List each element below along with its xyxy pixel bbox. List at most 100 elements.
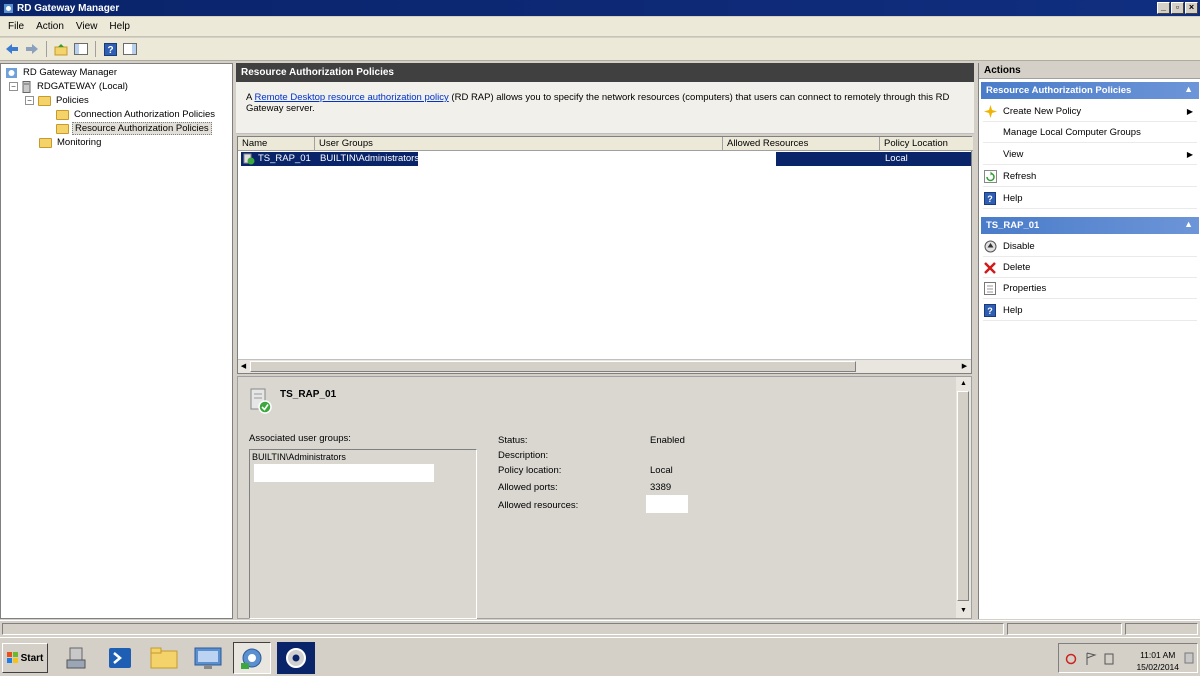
column-user-groups[interactable]: User Groups [315, 137, 723, 151]
status-segment [1125, 623, 1198, 635]
svg-text:?: ? [987, 306, 993, 316]
details-title: TS_RAP_01 [280, 389, 337, 400]
action-label: Disable [1003, 241, 1035, 252]
tree-node-monitoring[interactable]: Monitoring [39, 136, 103, 149]
scroll-thumb[interactable] [957, 391, 969, 601]
scroll-right-icon[interactable]: ▶ [959, 361, 970, 372]
taskbar-network-policy[interactable] [277, 642, 315, 674]
action-help-policy[interactable]: ? Help [983, 301, 1197, 321]
action-view[interactable]: View ▶ [983, 145, 1197, 165]
server-icon [22, 80, 31, 93]
tree-node-resource-authorization-policies[interactable]: Resource Authorization Policies [56, 122, 212, 135]
section-header-policy[interactable]: TS_RAP_01 ▲ [981, 217, 1199, 234]
show-hide-tree-button[interactable] [72, 40, 90, 58]
scroll-thumb[interactable] [250, 361, 856, 372]
start-label: Start [20, 652, 44, 664]
collapse-icon[interactable]: − [9, 82, 18, 91]
submenu-arrow-icon: ▶ [1186, 150, 1193, 159]
menu-help[interactable]: Help [109, 21, 130, 32]
console-tree: RD Gateway Manager − RDGATEWAY (Local) −… [0, 63, 233, 619]
policy-list: Name User Groups Allowed Resources Polic… [237, 136, 973, 374]
up-level-button[interactable] [52, 40, 70, 58]
taskbar-server-manager[interactable] [58, 642, 96, 674]
start-button[interactable]: Start [2, 643, 48, 673]
list-header: Name User Groups Allowed Resources Polic… [238, 137, 973, 151]
rd-rap-help-link[interactable]: Remote Desktop resource authorization po… [254, 92, 448, 103]
folder-icon [56, 123, 69, 134]
status-segment [2, 623, 1004, 635]
clock[interactable]: 11:01 AM 15/02/2014 [1136, 649, 1179, 673]
action-pane-button[interactable] [121, 40, 139, 58]
taskbar-powershell[interactable] [101, 642, 139, 674]
action-help[interactable]: ? Help [983, 189, 1197, 209]
section-label: TS_RAP_01 [986, 220, 1040, 231]
back-button[interactable] [3, 40, 21, 58]
submenu-arrow-icon: ▶ [1186, 107, 1193, 116]
action-delete[interactable]: Delete [983, 258, 1197, 278]
close-button[interactable]: × [1185, 2, 1198, 14]
taskbar-rd-gateway-manager[interactable] [233, 642, 271, 674]
section-header-rap[interactable]: Resource Authorization Policies ▲ [981, 82, 1199, 99]
svg-text:?: ? [987, 194, 993, 204]
status-segment [1007, 623, 1122, 635]
folder-icon [39, 137, 52, 148]
status-label: Status: [498, 435, 528, 446]
refresh-icon [983, 170, 997, 183]
action-pane-icon [123, 43, 137, 55]
status-value: Enabled [650, 435, 685, 446]
menu-file[interactable]: File [8, 21, 24, 32]
star-icon [983, 105, 997, 118]
vertical-scrollbar[interactable]: ▲ ▼ [956, 377, 971, 618]
details-pane: TS_RAP_01 Associated user groups: BUILTI… [237, 376, 972, 619]
collapse-caret-icon[interactable]: ▲ [1184, 219, 1193, 229]
scroll-down-icon[interactable]: ▼ [958, 605, 969, 616]
collapse-icon[interactable]: − [25, 96, 34, 105]
column-policy-location[interactable]: Policy Location [880, 137, 973, 151]
tree-node-server[interactable]: − RDGATEWAY (Local) [9, 80, 130, 93]
action-label: Refresh [1003, 171, 1037, 182]
toolbar: ? [0, 38, 1200, 61]
help-icon: ? [984, 192, 996, 205]
rd-gateway-icon [6, 67, 17, 78]
scroll-up-icon[interactable]: ▲ [958, 378, 969, 389]
minimize-button[interactable]: _ [1157, 2, 1170, 14]
taskbar-remote-desktop[interactable] [189, 642, 227, 674]
folder-icon [38, 95, 51, 106]
tree-node-rd-gateway-manager[interactable]: RD Gateway Manager [5, 66, 119, 79]
menu-bar: File Action View Help [0, 17, 1200, 37]
policy-icon [250, 388, 272, 414]
show-desktop-icon[interactable] [1184, 652, 1194, 664]
powershell-icon [109, 648, 131, 668]
column-name[interactable]: Name [238, 137, 315, 151]
action-create-new-policy[interactable]: Create New Policy ▶ [983, 102, 1197, 122]
menu-view[interactable]: View [76, 21, 98, 32]
help-toolbar-button[interactable]: ? [101, 40, 119, 58]
help-icon: ? [103, 42, 117, 56]
assoc-groups-list[interactable]: BUILTIN\Administrators [249, 449, 477, 619]
delete-x-icon [984, 261, 996, 274]
tree-node-policies[interactable]: − Policies [25, 94, 91, 107]
horizontal-scrollbar[interactable]: ◀ ▶ [238, 359, 971, 373]
table-row[interactable]: TS_RAP_01 BUILTIN\Administrators Local [241, 152, 971, 166]
tree-node-connection-authorization-policies[interactable]: Connection Authorization Policies [56, 108, 217, 121]
redacted-area [646, 495, 688, 513]
remote-desktop-icon [194, 647, 222, 669]
scroll-left-icon[interactable]: ◀ [238, 361, 249, 372]
row-user-groups: BUILTIN\Administrators [320, 153, 420, 164]
collapse-caret-icon[interactable]: ▲ [1184, 84, 1193, 94]
restore-button[interactable]: ▫ [1171, 2, 1184, 14]
menu-action[interactable]: Action [36, 21, 64, 32]
taskbar-explorer[interactable] [145, 642, 183, 674]
action-manage-local-computer-groups[interactable]: Manage Local Computer Groups [983, 123, 1197, 143]
status-bar [0, 620, 1200, 636]
action-label: Help [1003, 305, 1023, 316]
actions-pane: Actions Resource Authorization Policies … [978, 63, 1200, 619]
action-disable[interactable]: Disable [983, 237, 1197, 257]
list-item[interactable]: BUILTIN\Administrators [252, 452, 474, 462]
location-label: Policy location: [498, 465, 562, 476]
tree-label: Resource Authorization Policies [72, 122, 212, 135]
action-refresh[interactable]: Refresh [983, 167, 1197, 187]
action-properties[interactable]: Properties [983, 279, 1197, 299]
forward-button[interactable] [23, 40, 41, 58]
column-allowed-resources[interactable]: Allowed Resources [723, 137, 880, 151]
